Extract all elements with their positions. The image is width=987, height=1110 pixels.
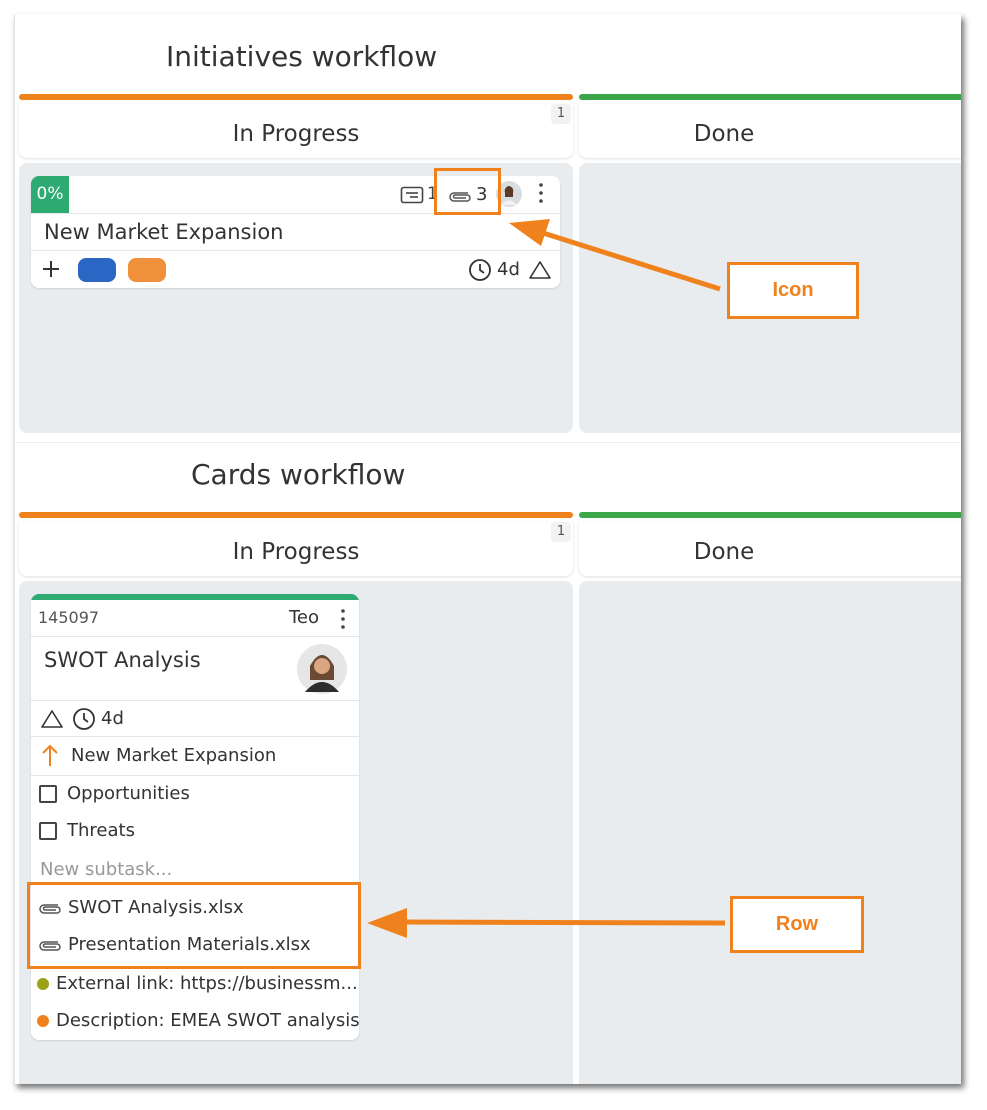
board-frame: Initiatives workflow In Progress 1 Done … bbox=[14, 14, 961, 1084]
icon-arrow-head bbox=[509, 219, 550, 246]
icon-callout-label: Icon bbox=[727, 262, 859, 319]
row-callout-label: Row bbox=[730, 896, 864, 953]
row-arrow-head bbox=[367, 908, 407, 938]
